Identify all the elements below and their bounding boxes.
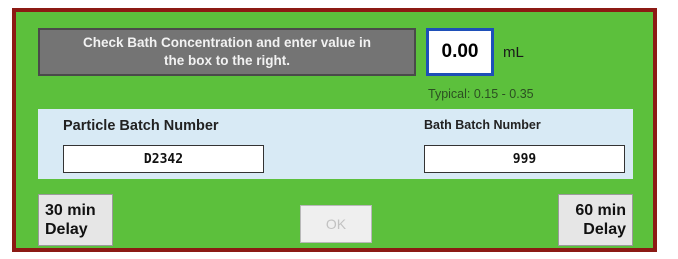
ok-button[interactable]: OK: [300, 205, 372, 243]
bath-batch-label: Bath Batch Number: [424, 118, 541, 132]
delay-60-line-2: Delay: [583, 221, 626, 238]
delay-30-line-1: 30 min: [45, 202, 96, 219]
particle-batch-field[interactable]: D2342: [63, 145, 264, 173]
delay-30-min-button[interactable]: 30 min Delay: [38, 194, 113, 246]
typical-range-label: Typical: 0.15 - 0.35: [428, 87, 534, 101]
particle-batch-label: Particle Batch Number: [63, 118, 219, 134]
concentration-input[interactable]: 0.00: [426, 28, 494, 76]
instruction-line-1: Check Bath Concentration and enter value…: [82, 35, 372, 50]
bath-concentration-dialog: Check Bath Concentration and enter value…: [12, 8, 657, 252]
instruction-line-2: the box to the right.: [164, 53, 290, 68]
dialog-panel: Check Bath Concentration and enter value…: [16, 12, 653, 248]
unit-label: mL: [503, 44, 524, 61]
delay-30-line-2: Delay: [45, 221, 88, 238]
delay-60-min-button[interactable]: 60 min Delay: [558, 194, 633, 246]
instruction-banner: Check Bath Concentration and enter value…: [38, 28, 416, 76]
bath-batch-field[interactable]: 999: [424, 145, 625, 173]
delay-60-line-1: 60 min: [575, 202, 626, 219]
batch-info-strip: Particle Batch Number Bath Batch Number …: [38, 109, 633, 179]
